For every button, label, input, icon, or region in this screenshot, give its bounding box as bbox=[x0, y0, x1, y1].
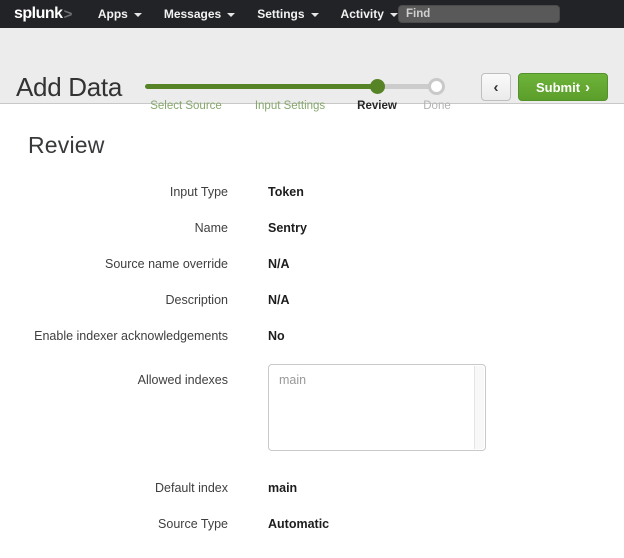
field-value: N/A bbox=[268, 292, 290, 308]
allowed-indexes-value: main bbox=[269, 365, 485, 395]
chevron-down-icon bbox=[134, 13, 142, 17]
field-value: N/A bbox=[268, 256, 290, 272]
chevron-down-icon bbox=[311, 13, 319, 17]
nav-menu-activity[interactable]: Activity bbox=[341, 7, 398, 21]
allowed-indexes-scrollbar[interactable] bbox=[474, 366, 484, 449]
nav-menu-messages-label: Messages bbox=[164, 7, 221, 21]
nav-menu-settings[interactable]: Settings bbox=[257, 7, 318, 21]
field-label: Source name override bbox=[28, 256, 228, 272]
nav-menu-apps-label: Apps bbox=[98, 7, 128, 21]
field-label: Default index bbox=[28, 480, 228, 496]
field-row-description: Description N/A bbox=[28, 292, 624, 308]
field-row-allowed-indexes: Allowed indexes main bbox=[28, 364, 624, 451]
field-row-indexer-acknowledgements: Enable indexer acknowledgements No bbox=[28, 328, 624, 344]
splunk-logo[interactable]: splunk > bbox=[14, 5, 72, 23]
page-title: Add Data bbox=[16, 72, 122, 103]
wizard-header: Add Data Select Source Input Settings Re… bbox=[0, 28, 624, 104]
nav-menu-messages[interactable]: Messages bbox=[164, 7, 235, 21]
step-label-done: Done bbox=[423, 100, 451, 112]
field-value: Automatic bbox=[268, 516, 329, 532]
field-label: Enable indexer acknowledgements bbox=[28, 328, 228, 344]
nav-menus: Apps Messages Settings Activity bbox=[98, 7, 420, 21]
review-heading: Review bbox=[28, 130, 624, 160]
submit-button-label: Submit bbox=[536, 80, 580, 95]
field-label: Source Type bbox=[28, 516, 228, 532]
step-label-select-source: Select Source bbox=[150, 100, 222, 112]
done-step-circle bbox=[428, 78, 445, 95]
chevron-down-icon bbox=[227, 13, 235, 17]
splunk-logo-caret-icon: > bbox=[64, 6, 72, 23]
field-label: Allowed indexes bbox=[28, 364, 228, 451]
top-navbar: splunk > Apps Messages Settings Activity bbox=[0, 0, 624, 28]
current-step-dot bbox=[370, 79, 385, 94]
progress-track-complete bbox=[145, 84, 377, 89]
review-panel: Review Input Type Token Name Sentry Sour… bbox=[0, 104, 624, 532]
field-row-source-type: Source Type Automatic bbox=[28, 516, 624, 532]
field-label: Name bbox=[28, 220, 228, 236]
field-label: Input Type bbox=[28, 184, 228, 200]
step-label-review: Review bbox=[357, 100, 397, 112]
chevron-down-icon bbox=[390, 13, 398, 17]
splunk-logo-text: splunk bbox=[14, 5, 63, 23]
field-value: No bbox=[268, 328, 285, 344]
submit-button[interactable]: Submit › bbox=[518, 73, 608, 101]
field-row-source-name-override: Source name override N/A bbox=[28, 256, 624, 272]
field-row-input-type: Input Type Token bbox=[28, 184, 624, 200]
field-value: Sentry bbox=[268, 220, 307, 236]
field-row-name: Name Sentry bbox=[28, 220, 624, 236]
chevron-left-icon: ‹ bbox=[494, 79, 499, 96]
chevron-right-icon: › bbox=[585, 79, 590, 96]
nav-menu-activity-label: Activity bbox=[341, 7, 384, 21]
nav-menu-apps[interactable]: Apps bbox=[98, 7, 142, 21]
allowed-indexes-box[interactable]: main bbox=[268, 364, 486, 451]
find-search-input[interactable] bbox=[398, 5, 560, 23]
step-label-input-settings: Input Settings bbox=[255, 100, 325, 112]
field-row-default-index: Default index main bbox=[28, 480, 624, 496]
back-button[interactable]: ‹ bbox=[481, 73, 511, 101]
field-value: Token bbox=[268, 184, 304, 200]
field-value: main bbox=[268, 480, 297, 496]
field-label: Description bbox=[28, 292, 228, 308]
nav-menu-settings-label: Settings bbox=[257, 7, 304, 21]
